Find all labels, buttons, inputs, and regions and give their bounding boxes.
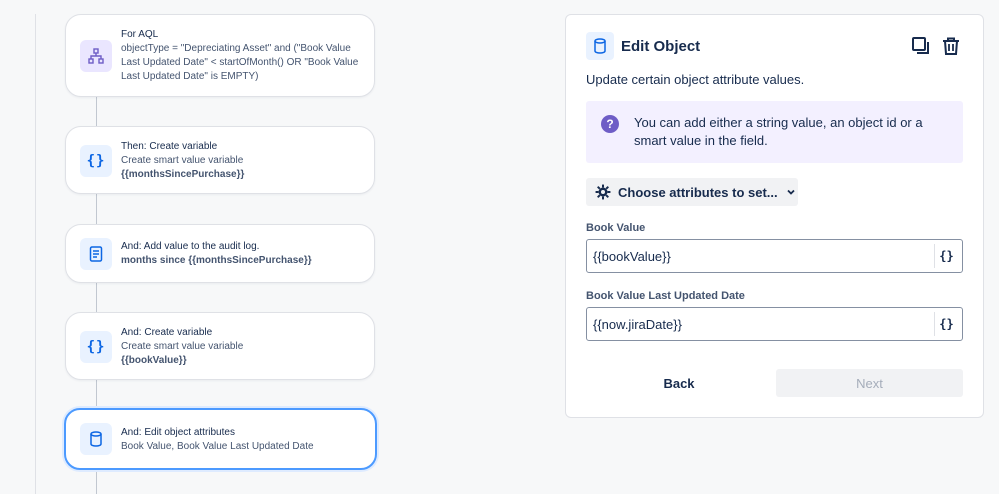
edit-object-panel: Edit Object Update certain object attrib… [565, 14, 984, 418]
book-value-last-updated-date-field: {} [586, 307, 963, 341]
flow-connector [96, 194, 97, 224]
choose-attributes-button[interactable]: Choose attributes to set... [586, 178, 798, 206]
step-value: {{bookValue}} [121, 355, 187, 366]
step-text: And: Add value to the audit log. months … [121, 240, 362, 268]
document-icon [80, 238, 112, 270]
info-text: You can add either a string value, an ob… [634, 115, 923, 148]
hierarchy-icon [80, 40, 112, 72]
panel-header: Edit Object [586, 32, 963, 60]
book-value-last-updated-date-input[interactable] [593, 308, 923, 340]
copy-button[interactable] [909, 34, 933, 58]
curly-braces-icon: {} [80, 145, 112, 177]
database-icon [586, 32, 614, 60]
step-body: Create smart value variable [121, 155, 244, 166]
book-value-field: {} [586, 239, 963, 273]
curly-braces-icon: {} [80, 331, 112, 363]
step-text: Then: Create variable Create smart value… [121, 140, 362, 182]
gear-icon [595, 184, 611, 200]
step-text: For AQL objectType = "Depreciating Asset… [121, 28, 362, 84]
info-message: ? You can add either a string value, an … [586, 101, 963, 163]
flow-connector [96, 97, 97, 126]
flow-step-create-variable[interactable]: {} Then: Create variable Create smart va… [65, 126, 375, 194]
flow-step-create-variable[interactable]: {} And: Create variable Create smart val… [65, 312, 375, 380]
step-body: Create smart value variable [121, 341, 244, 352]
panel-title: Edit Object [621, 37, 701, 55]
step-value: months since {{monthsSincePurchase}} [121, 255, 312, 266]
smart-value-button[interactable]: {} [934, 312, 958, 336]
step-title: Then: Create variable [121, 141, 218, 152]
step-text: And: Edit object attributes Book Value, … [121, 426, 363, 454]
flow-connector [96, 283, 97, 312]
panel-description: Update certain object attribute values. [586, 72, 805, 87]
book-value-input[interactable] [593, 240, 923, 272]
step-body: objectType = "Depreciating Asset" and ("… [121, 43, 359, 82]
step-title: And: Create variable [121, 327, 213, 338]
step-value: {{monthsSincePurchase}} [121, 169, 245, 180]
next-button[interactable]: Next [776, 369, 963, 397]
step-body: Book Value, Book Value Last Updated Date [121, 441, 314, 452]
book-value-last-updated-date-label: Book Value Last Updated Date [586, 290, 745, 302]
question-icon: ? [601, 115, 619, 133]
flow-step-edit-object-attributes[interactable]: And: Edit object attributes Book Value, … [64, 408, 377, 470]
step-title: And: Edit object attributes [121, 427, 235, 438]
chevron-down-icon [787, 189, 795, 195]
back-button[interactable]: Back [618, 369, 740, 397]
copy-icon [912, 37, 929, 54]
choose-attributes-label: Choose attributes to set... [618, 184, 778, 200]
step-title: And: Add value to the audit log. [121, 241, 260, 252]
step-text: And: Create variable Create smart value … [121, 326, 362, 368]
flow-step-for-aql[interactable]: For AQL objectType = "Depreciating Asset… [65, 14, 375, 97]
book-value-label: Book Value [586, 222, 646, 234]
flow-connector [96, 470, 97, 494]
flow-connector [96, 380, 97, 409]
step-title: For AQL [121, 29, 159, 40]
trash-icon [943, 37, 959, 55]
flow-step-audit-log[interactable]: And: Add value to the audit log. months … [65, 224, 375, 283]
smart-value-button[interactable]: {} [934, 244, 958, 268]
flow-rail [35, 14, 36, 494]
database-icon [80, 423, 112, 455]
delete-button[interactable] [939, 34, 963, 58]
